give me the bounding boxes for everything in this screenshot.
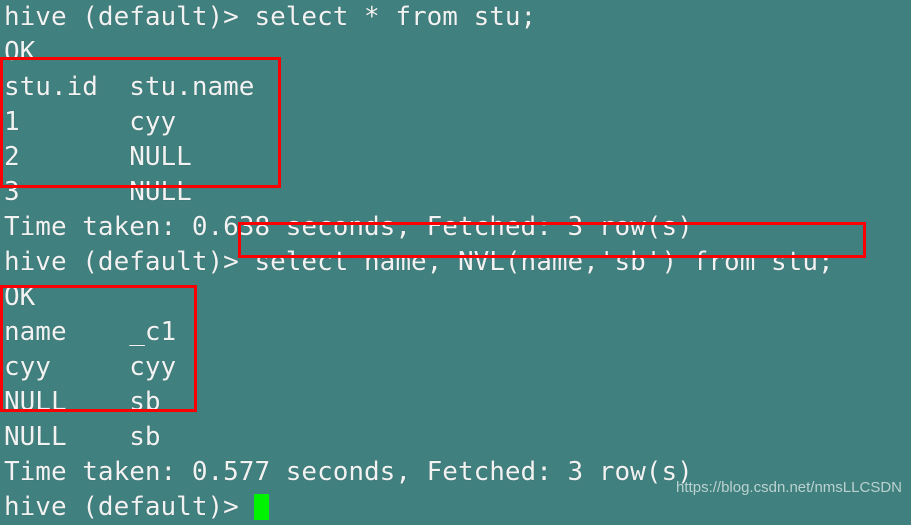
terminal-line-status-ok-1: OK — [4, 37, 36, 67]
terminal-window[interactable]: hive (default)> select * from stu; OK st… — [0, 0, 911, 522]
terminal-line-table1-header: stu.id stu.name — [4, 72, 255, 102]
terminal-line-status-ok-2: OK — [4, 282, 36, 312]
terminal-line-table2-row-2: NULL sb — [4, 387, 161, 417]
terminal-line-command-1: hive (default)> select * from stu; — [4, 2, 537, 32]
text-cursor — [254, 494, 270, 520]
terminal-line-command-2: hive (default)> select name, NVL(name,'s… — [4, 247, 834, 277]
terminal-output: hive (default)> select * from stu; OK st… — [4, 0, 911, 525]
terminal-line-table2-row-3: NULL sb — [4, 422, 161, 452]
terminal-line-table2-header: name _c1 — [4, 317, 177, 347]
watermark-url: https://blog.csdn.net/nmsLLCSDN — [676, 479, 902, 496]
terminal-line-table1-row-1: 1 cyy — [4, 107, 177, 137]
terminal-line-timing-1: Time taken: 0.638 seconds, Fetched: 3 ro… — [4, 212, 693, 242]
terminal-line-table1-row-2: 2 NULL — [4, 142, 192, 172]
terminal-line-table2-row-1: cyy cyy — [4, 352, 177, 382]
terminal-line-table1-row-3: 3 NULL — [4, 177, 192, 207]
prompt-text: hive (default)> — [4, 492, 255, 522]
